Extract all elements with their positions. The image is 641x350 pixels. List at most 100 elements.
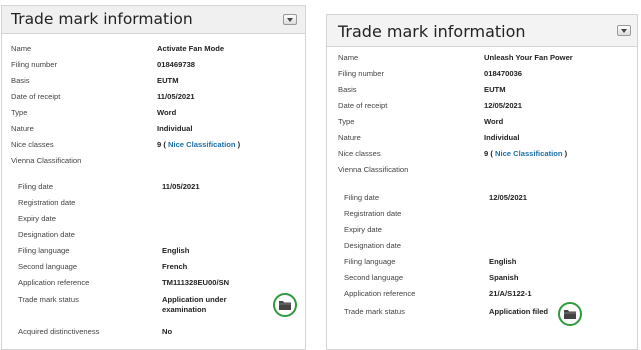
row-application-reference: Application reference 21/A/S122-1 xyxy=(327,289,637,304)
field-value: EUTM xyxy=(157,76,179,85)
row-filing-date: Filing date 12/05/2021 xyxy=(327,193,637,208)
field-label: Designation date xyxy=(344,241,401,250)
trade-mark-info-panel-right: Trade mark information Name Unleash Your… xyxy=(326,14,638,350)
field-label: Date of receipt xyxy=(338,101,388,110)
field-value: EUTM xyxy=(484,85,506,94)
collapse-toggle-icon[interactable] xyxy=(617,25,631,36)
row-filing-number: Filing number 018469738 xyxy=(2,60,305,75)
row-filing-date: Filing date 11/05/2021 xyxy=(2,182,305,197)
row-filing-language: Filing language English xyxy=(2,246,305,261)
collapse-toggle-icon[interactable] xyxy=(283,14,297,25)
row-expiry-date: Expiry date xyxy=(2,214,305,229)
field-value: Spanish xyxy=(489,273,519,282)
trade-mark-info-panel-left: Trade mark information Name Activate Fan… xyxy=(1,5,306,350)
field-label: Nature xyxy=(338,133,361,142)
panel-header: Trade mark information xyxy=(2,6,305,34)
field-value: Word xyxy=(484,117,504,126)
row-second-language: Second language French xyxy=(2,262,305,277)
field-value: 12/05/2021 xyxy=(489,193,528,202)
field-value: English xyxy=(489,257,517,266)
row-filing-number: Filing number 018470036 xyxy=(327,69,637,84)
row-name: Name Unleash Your Fan Power xyxy=(327,53,637,68)
row-nature: Nature Individual xyxy=(327,133,637,148)
row-trade-mark-status: Trade mark status Application under exami… xyxy=(2,295,305,319)
field-label: Basis xyxy=(11,76,30,85)
row-trade-mark-status: Trade mark status Application filed xyxy=(327,307,637,322)
field-label: Designation date xyxy=(18,230,75,239)
field-label: Filing date xyxy=(344,193,380,202)
field-label: Application reference xyxy=(18,278,90,287)
field-label: Type xyxy=(338,117,355,126)
field-label: Second language xyxy=(18,262,78,271)
field-value: 018470036 xyxy=(484,69,523,78)
field-value: 12/05/2021 xyxy=(484,101,523,110)
nice-class-number: 9 ( xyxy=(157,140,168,149)
row-date-of-receipt: Date of receipt 12/05/2021 xyxy=(327,101,637,116)
row-second-language: Second language Spanish xyxy=(327,273,637,288)
folder-icon[interactable] xyxy=(273,293,297,317)
row-vienna-classification: Vienna Classification xyxy=(2,156,305,171)
field-label: Filing number xyxy=(11,60,58,69)
field-value: Activate Fan Mode xyxy=(157,44,225,53)
field-label: Filing number xyxy=(338,69,385,78)
field-value: English xyxy=(162,246,190,255)
field-label: Filing date xyxy=(18,182,54,191)
field-label: Name xyxy=(338,53,359,62)
status-line-1: Application under xyxy=(162,295,227,304)
field-label: Trade mark status xyxy=(344,307,405,316)
row-designation-date: Designation date xyxy=(327,241,637,256)
panel-header: Trade mark information xyxy=(327,15,637,47)
field-label: Vienna Classification xyxy=(338,165,409,174)
field-label: Filing language xyxy=(344,257,396,266)
field-value: Word xyxy=(157,108,177,117)
field-label: Filing language xyxy=(18,246,70,255)
field-label: Name xyxy=(11,44,32,53)
field-label: Registration date xyxy=(344,209,402,218)
panel-title: Trade mark information xyxy=(338,22,526,41)
field-value: 018469738 xyxy=(157,60,196,69)
field-value: 21/A/S122-1 xyxy=(489,289,532,298)
field-value: TM111328EU00/SN xyxy=(162,278,230,287)
row-acquired-distinctiveness: Acquired distinctiveness No xyxy=(2,327,305,342)
field-value: Individual xyxy=(157,124,193,133)
field-label: Registration date xyxy=(18,198,76,207)
field-label: Second language xyxy=(344,273,404,282)
field-label: Basis xyxy=(338,85,357,94)
field-value: Individual xyxy=(484,133,520,142)
row-filing-language: Filing language English xyxy=(327,257,637,272)
row-type: Type Word xyxy=(2,108,305,123)
row-registration-date: Registration date xyxy=(2,198,305,213)
field-label: Date of receipt xyxy=(11,92,61,101)
row-nature: Nature Individual xyxy=(2,124,305,139)
nice-class-number: 9 ( xyxy=(484,149,495,158)
field-value: 11/05/2021 xyxy=(157,92,195,101)
row-basis: Basis EUTM xyxy=(2,76,305,91)
row-application-reference: Application reference TM111328EU00/SN xyxy=(2,278,305,293)
nice-classification-link[interactable]: Nice Classification xyxy=(168,140,236,149)
row-designation-date: Designation date xyxy=(2,230,305,245)
row-basis: Basis EUTM xyxy=(327,85,637,100)
field-label: Nice classes xyxy=(338,149,381,158)
field-value: 11/05/2021 xyxy=(162,182,200,191)
field-label: Nice classes xyxy=(11,140,54,149)
nice-class-suffix: ) xyxy=(235,140,241,149)
field-value: 9 ( Nice Classification ) xyxy=(157,140,240,149)
nice-classification-link[interactable]: Nice Classification xyxy=(495,149,563,158)
field-label: Vienna Classification xyxy=(11,156,82,165)
row-nice-classes: Nice classes 9 ( Nice Classification ) xyxy=(327,149,637,164)
row-nice-classes: Nice classes 9 ( Nice Classification ) xyxy=(2,140,305,155)
field-label: Nature xyxy=(11,124,34,133)
field-value: French xyxy=(162,262,188,271)
field-label: Acquired distinctiveness xyxy=(18,327,100,336)
field-label: Type xyxy=(11,108,28,117)
field-label: Expiry date xyxy=(344,225,382,234)
row-registration-date: Registration date xyxy=(327,209,637,224)
status-line-2: examination xyxy=(162,305,207,314)
field-label: Trade mark status xyxy=(18,295,79,304)
field-value: Application under examination xyxy=(162,295,227,315)
nice-class-suffix: ) xyxy=(562,149,568,158)
panel-title: Trade mark information xyxy=(11,10,193,28)
row-type: Type Word xyxy=(327,117,637,132)
folder-icon[interactable] xyxy=(558,302,582,326)
field-label: Expiry date xyxy=(18,214,56,223)
